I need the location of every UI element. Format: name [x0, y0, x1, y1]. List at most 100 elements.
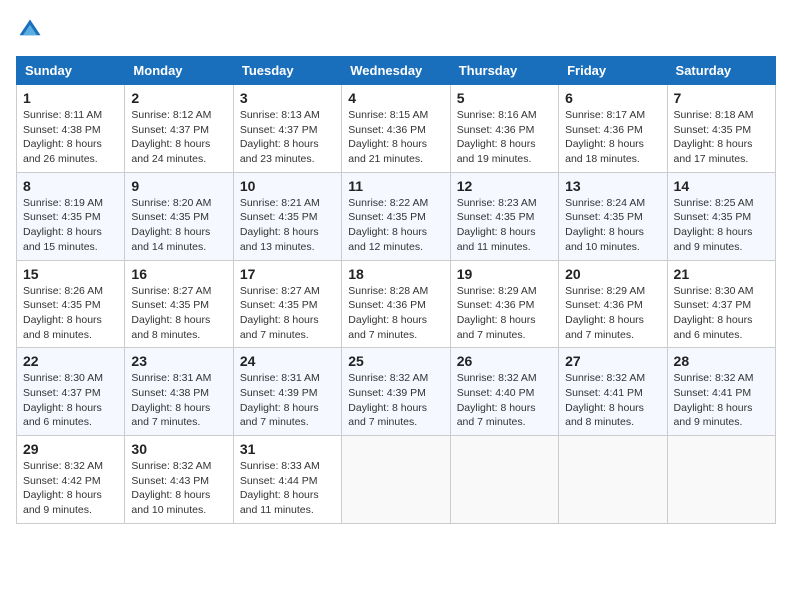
calendar-cell: 22 Sunrise: 8:30 AMSunset: 4:37 PMDaylig…: [17, 348, 125, 436]
calendar-cell: 20 Sunrise: 8:29 AMSunset: 4:36 PMDaylig…: [559, 260, 667, 348]
day-number: 15: [23, 266, 118, 282]
day-info: Sunrise: 8:26 AMSunset: 4:35 PMDaylight:…: [23, 285, 103, 341]
page-header: [16, 16, 776, 44]
day-info: Sunrise: 8:27 AMSunset: 4:35 PMDaylight:…: [131, 285, 211, 341]
calendar-cell: 6 Sunrise: 8:17 AMSunset: 4:36 PMDayligh…: [559, 85, 667, 173]
calendar-cell: 12 Sunrise: 8:23 AMSunset: 4:35 PMDaylig…: [450, 172, 558, 260]
day-number: 7: [674, 90, 769, 106]
day-info: Sunrise: 8:28 AMSunset: 4:36 PMDaylight:…: [348, 285, 428, 341]
day-info: Sunrise: 8:13 AMSunset: 4:37 PMDaylight:…: [240, 109, 320, 165]
calendar-cell: 21 Sunrise: 8:30 AMSunset: 4:37 PMDaylig…: [667, 260, 775, 348]
day-info: Sunrise: 8:29 AMSunset: 4:36 PMDaylight:…: [457, 285, 537, 341]
day-info: Sunrise: 8:15 AMSunset: 4:36 PMDaylight:…: [348, 109, 428, 165]
day-number: 17: [240, 266, 335, 282]
day-number: 9: [131, 178, 226, 194]
calendar-cell: 13 Sunrise: 8:24 AMSunset: 4:35 PMDaylig…: [559, 172, 667, 260]
day-number: 5: [457, 90, 552, 106]
calendar-cell: 25 Sunrise: 8:32 AMSunset: 4:39 PMDaylig…: [342, 348, 450, 436]
day-number: 10: [240, 178, 335, 194]
calendar-cell: 4 Sunrise: 8:15 AMSunset: 4:36 PMDayligh…: [342, 85, 450, 173]
day-info: Sunrise: 8:23 AMSunset: 4:35 PMDaylight:…: [457, 197, 537, 253]
day-number: 31: [240, 441, 335, 457]
day-info: Sunrise: 8:31 AMSunset: 4:39 PMDaylight:…: [240, 372, 320, 428]
day-info: Sunrise: 8:32 AMSunset: 4:40 PMDaylight:…: [457, 372, 537, 428]
calendar-week-row: 15 Sunrise: 8:26 AMSunset: 4:35 PMDaylig…: [17, 260, 776, 348]
day-number: 11: [348, 178, 443, 194]
day-number: 29: [23, 441, 118, 457]
day-number: 22: [23, 353, 118, 369]
calendar-cell: 3 Sunrise: 8:13 AMSunset: 4:37 PMDayligh…: [233, 85, 341, 173]
calendar-week-row: 29 Sunrise: 8:32 AMSunset: 4:42 PMDaylig…: [17, 436, 776, 524]
day-info: Sunrise: 8:32 AMSunset: 4:41 PMDaylight:…: [565, 372, 645, 428]
calendar-cell: [559, 436, 667, 524]
day-info: Sunrise: 8:32 AMSunset: 4:39 PMDaylight:…: [348, 372, 428, 428]
calendar-cell: 11 Sunrise: 8:22 AMSunset: 4:35 PMDaylig…: [342, 172, 450, 260]
calendar-cell: 2 Sunrise: 8:12 AMSunset: 4:37 PMDayligh…: [125, 85, 233, 173]
day-number: 28: [674, 353, 769, 369]
day-number: 20: [565, 266, 660, 282]
calendar-cell: 10 Sunrise: 8:21 AMSunset: 4:35 PMDaylig…: [233, 172, 341, 260]
calendar-week-row: 1 Sunrise: 8:11 AMSunset: 4:38 PMDayligh…: [17, 85, 776, 173]
calendar-cell: [342, 436, 450, 524]
calendar-cell: 1 Sunrise: 8:11 AMSunset: 4:38 PMDayligh…: [17, 85, 125, 173]
calendar-day-header: Saturday: [667, 57, 775, 85]
day-info: Sunrise: 8:32 AMSunset: 4:42 PMDaylight:…: [23, 460, 103, 516]
logo-icon: [16, 16, 44, 44]
day-number: 6: [565, 90, 660, 106]
day-number: 30: [131, 441, 226, 457]
calendar-cell: 29 Sunrise: 8:32 AMSunset: 4:42 PMDaylig…: [17, 436, 125, 524]
calendar-cell: 24 Sunrise: 8:31 AMSunset: 4:39 PMDaylig…: [233, 348, 341, 436]
day-number: 16: [131, 266, 226, 282]
day-info: Sunrise: 8:27 AMSunset: 4:35 PMDaylight:…: [240, 285, 320, 341]
calendar-week-row: 22 Sunrise: 8:30 AMSunset: 4:37 PMDaylig…: [17, 348, 776, 436]
day-number: 24: [240, 353, 335, 369]
calendar-cell: 26 Sunrise: 8:32 AMSunset: 4:40 PMDaylig…: [450, 348, 558, 436]
calendar-day-header: Thursday: [450, 57, 558, 85]
calendar-cell: 31 Sunrise: 8:33 AMSunset: 4:44 PMDaylig…: [233, 436, 341, 524]
day-info: Sunrise: 8:21 AMSunset: 4:35 PMDaylight:…: [240, 197, 320, 253]
day-number: 2: [131, 90, 226, 106]
day-info: Sunrise: 8:31 AMSunset: 4:38 PMDaylight:…: [131, 372, 211, 428]
logo: [16, 16, 48, 44]
day-info: Sunrise: 8:11 AMSunset: 4:38 PMDaylight:…: [23, 109, 102, 165]
calendar-cell: 27 Sunrise: 8:32 AMSunset: 4:41 PMDaylig…: [559, 348, 667, 436]
calendar-cell: 8 Sunrise: 8:19 AMSunset: 4:35 PMDayligh…: [17, 172, 125, 260]
calendar-table: SundayMondayTuesdayWednesdayThursdayFrid…: [16, 56, 776, 524]
calendar-day-header: Monday: [125, 57, 233, 85]
day-number: 21: [674, 266, 769, 282]
day-info: Sunrise: 8:32 AMSunset: 4:41 PMDaylight:…: [674, 372, 754, 428]
calendar-day-header: Wednesday: [342, 57, 450, 85]
day-info: Sunrise: 8:33 AMSunset: 4:44 PMDaylight:…: [240, 460, 320, 516]
day-info: Sunrise: 8:18 AMSunset: 4:35 PMDaylight:…: [674, 109, 754, 165]
calendar-cell: 28 Sunrise: 8:32 AMSunset: 4:41 PMDaylig…: [667, 348, 775, 436]
day-info: Sunrise: 8:12 AMSunset: 4:37 PMDaylight:…: [131, 109, 211, 165]
day-number: 1: [23, 90, 118, 106]
calendar-cell: 14 Sunrise: 8:25 AMSunset: 4:35 PMDaylig…: [667, 172, 775, 260]
calendar-day-header: Tuesday: [233, 57, 341, 85]
day-info: Sunrise: 8:29 AMSunset: 4:36 PMDaylight:…: [565, 285, 645, 341]
calendar-week-row: 8 Sunrise: 8:19 AMSunset: 4:35 PMDayligh…: [17, 172, 776, 260]
calendar-cell: 18 Sunrise: 8:28 AMSunset: 4:36 PMDaylig…: [342, 260, 450, 348]
calendar-cell: 15 Sunrise: 8:26 AMSunset: 4:35 PMDaylig…: [17, 260, 125, 348]
day-number: 19: [457, 266, 552, 282]
calendar-cell: 5 Sunrise: 8:16 AMSunset: 4:36 PMDayligh…: [450, 85, 558, 173]
calendar-cell: 23 Sunrise: 8:31 AMSunset: 4:38 PMDaylig…: [125, 348, 233, 436]
day-number: 25: [348, 353, 443, 369]
calendar-cell: 7 Sunrise: 8:18 AMSunset: 4:35 PMDayligh…: [667, 85, 775, 173]
calendar-day-header: Friday: [559, 57, 667, 85]
day-info: Sunrise: 8:22 AMSunset: 4:35 PMDaylight:…: [348, 197, 428, 253]
day-number: 13: [565, 178, 660, 194]
day-number: 23: [131, 353, 226, 369]
day-info: Sunrise: 8:30 AMSunset: 4:37 PMDaylight:…: [674, 285, 754, 341]
calendar-cell: 17 Sunrise: 8:27 AMSunset: 4:35 PMDaylig…: [233, 260, 341, 348]
day-info: Sunrise: 8:25 AMSunset: 4:35 PMDaylight:…: [674, 197, 754, 253]
day-info: Sunrise: 8:17 AMSunset: 4:36 PMDaylight:…: [565, 109, 645, 165]
day-number: 26: [457, 353, 552, 369]
calendar-cell: 9 Sunrise: 8:20 AMSunset: 4:35 PMDayligh…: [125, 172, 233, 260]
day-info: Sunrise: 8:24 AMSunset: 4:35 PMDaylight:…: [565, 197, 645, 253]
day-number: 8: [23, 178, 118, 194]
day-info: Sunrise: 8:30 AMSunset: 4:37 PMDaylight:…: [23, 372, 103, 428]
calendar-body: 1 Sunrise: 8:11 AMSunset: 4:38 PMDayligh…: [17, 85, 776, 524]
day-number: 18: [348, 266, 443, 282]
day-number: 4: [348, 90, 443, 106]
